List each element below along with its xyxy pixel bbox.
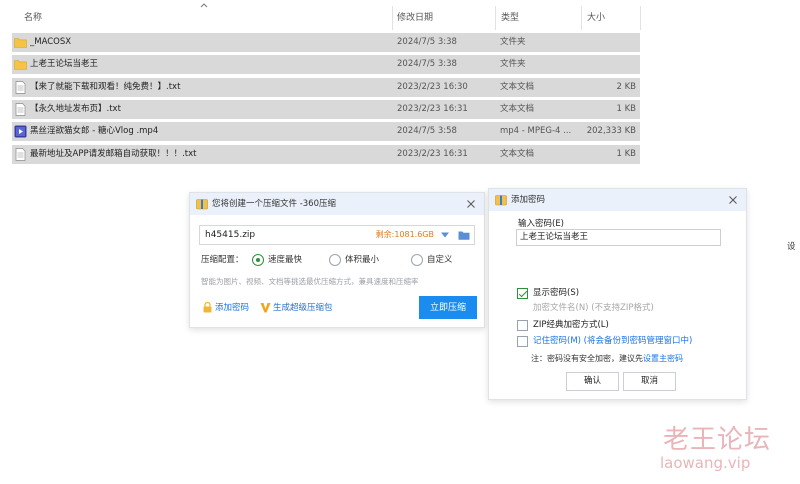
column-divider[interactable] <box>640 6 641 30</box>
file-list: 名称 修改日期 类型 大小 _MACOSX 2024/7/5 3:38 文件夹 … <box>0 0 800 170</box>
file-date: 2023/2/23 16:31 <box>397 104 468 114</box>
text-file-icon <box>15 81 26 94</box>
truncated-edge-text: 设 <box>787 242 796 252</box>
file-size: 1 KB <box>616 149 636 159</box>
file-name: 黑丝淫欲猫女郎 - 糖心Vlog .mp4 <box>30 126 159 136</box>
file-type: mp4 - MPEG-4 ... <box>500 126 572 136</box>
ok-button[interactable]: 确认 <box>566 372 619 391</box>
radio-dot <box>329 254 341 266</box>
file-row[interactable]: 【永久地址发布页】.txt 2023/2/23 16:31 文本文档 1 KB <box>12 100 640 119</box>
file-name: 上老王论坛当老王 <box>30 59 99 69</box>
checkbox-box <box>517 320 528 331</box>
set-master-password-link[interactable]: 设置主密码 <box>643 354 683 363</box>
password-dialog-titlebar[interactable]: 添加密码 <box>489 189 746 211</box>
column-divider[interactable] <box>392 6 393 30</box>
file-type: 文本文档 <box>500 104 535 114</box>
password-input[interactable]: 上老王论坛当老王 <box>516 229 721 246</box>
file-row[interactable]: 上老王论坛当老王 2024/7/5 3:38 文件夹 <box>12 55 640 74</box>
checkbox-box <box>517 288 528 299</box>
folder-icon <box>14 60 27 70</box>
password-dialog: 添加密码 输入密码(E) 上老王论坛当老王 显示密码(S) 加密文件名(N) (… <box>488 188 747 400</box>
radio-dot <box>411 254 423 266</box>
caret-down-icon[interactable] <box>440 231 450 239</box>
super-package-label: 生成超级压缩包 <box>273 303 333 313</box>
file-size <box>580 33 636 52</box>
compress-now-button[interactable]: 立即压缩 <box>419 296 477 319</box>
option-label: 体积最小 <box>345 255 380 265</box>
archive-app-icon <box>196 199 208 210</box>
compress-config-label: 压缩配置： <box>201 255 244 265</box>
compress-hint: 智能为图片、视频、文档等挑选最优压缩方式，兼具速度和压缩率 <box>201 277 419 286</box>
file-name: 最新地址及APP请发邮箱自动获取！！！.txt <box>30 149 197 159</box>
cancel-button[interactable]: 取消 <box>623 372 676 391</box>
file-type: 文件夹 <box>500 37 526 47</box>
lock-icon <box>203 302 212 313</box>
column-header-type[interactable]: 类型 <box>501 8 519 28</box>
checkbox-box <box>517 336 528 347</box>
file-row[interactable]: 最新地址及APP请发邮箱自动获取！！！.txt 2023/2/23 16:31 … <box>12 145 640 164</box>
compress-dialog-titlebar[interactable]: 您将创建一个压缩文件 -360压缩 <box>190 193 484 215</box>
file-size <box>580 55 636 74</box>
file-size: 202,333 KB <box>586 126 636 136</box>
close-icon[interactable] <box>464 197 478 211</box>
option-label: 自定义 <box>427 255 453 265</box>
file-date: 2024/7/5 3:38 <box>397 59 457 69</box>
super-v-icon <box>260 303 271 313</box>
file-name: _MACOSX <box>30 37 72 47</box>
file-type: 文件夹 <box>500 59 526 69</box>
checkbox-label: 显示密码(S) <box>533 288 580 298</box>
watermark-en: laowang.vip <box>660 454 751 472</box>
file-type: 文本文档 <box>500 149 535 159</box>
compress-dialog: 您将创建一个压缩文件 -360压缩 h45415.zip 剩余:1081.6GB… <box>189 192 485 328</box>
note-text: 注：密码没有安全加密，建议先 <box>531 354 643 363</box>
file-type: 文本文档 <box>500 82 535 92</box>
folder-icon <box>14 38 27 48</box>
file-name: 【来了就能下载和观看！纯免费！】.txt <box>30 82 181 92</box>
browse-folder-icon[interactable] <box>458 229 470 241</box>
compress-dialog-title: 您将创建一个压缩文件 -360压缩 <box>212 199 336 209</box>
file-row[interactable]: 黑丝淫欲猫女郎 - 糖心Vlog .mp4 2024/7/5 3:58 mp4 … <box>12 122 640 141</box>
archive-app-icon <box>495 195 507 206</box>
file-name: 【永久地址发布页】.txt <box>30 104 121 114</box>
file-row[interactable]: 【来了就能下载和观看！纯免费！】.txt 2023/2/23 16:30 文本文… <box>12 78 640 97</box>
checkbox-label: 记住密码(M) (将会备份到密码管理窗口中) <box>533 336 693 346</box>
archive-filename: h45415.zip <box>205 230 256 240</box>
column-divider[interactable] <box>581 6 582 30</box>
watermark-cn: 老王论坛 <box>663 425 772 455</box>
file-date: 2024/7/5 3:38 <box>397 37 457 47</box>
file-date: 2023/2/23 16:30 <box>397 82 468 92</box>
text-file-icon <box>15 148 26 161</box>
text-file-icon <box>15 103 26 116</box>
add-password-label: 添加密码 <box>215 303 250 313</box>
option-label: 速度最快 <box>268 255 303 265</box>
archive-filename-field[interactable]: h45415.zip 剩余:1081.6GB <box>199 225 475 245</box>
sort-caret-icon[interactable] <box>200 2 208 8</box>
file-size: 2 KB <box>616 82 636 92</box>
password-dialog-title: 添加密码 <box>511 195 546 205</box>
file-size: 1 KB <box>616 104 636 114</box>
column-header-name[interactable]: 名称 <box>24 8 42 28</box>
column-header-date[interactable]: 修改日期 <box>397 8 433 28</box>
file-date: 2024/7/5 3:58 <box>397 126 457 136</box>
column-header-size[interactable]: 大小 <box>587 8 605 28</box>
remaining-space: 剩余:1081.6GB <box>375 230 434 239</box>
checkbox-label: ZIP经典加密方式(L) <box>533 320 609 330</box>
password-input-label: 输入密码(E) <box>518 219 565 229</box>
video-file-icon <box>14 125 27 138</box>
radio-dot <box>252 254 264 266</box>
close-icon[interactable] <box>726 193 740 207</box>
password-note: 注：密码没有安全加密，建议先设置主密码 <box>531 353 683 364</box>
file-date: 2023/2/23 16:31 <box>397 149 468 159</box>
checkbox-label: 加密文件名(N) (不支持ZIP格式) <box>533 303 654 313</box>
column-divider[interactable] <box>495 6 496 30</box>
file-row[interactable]: _MACOSX 2024/7/5 3:38 文件夹 <box>12 33 640 52</box>
